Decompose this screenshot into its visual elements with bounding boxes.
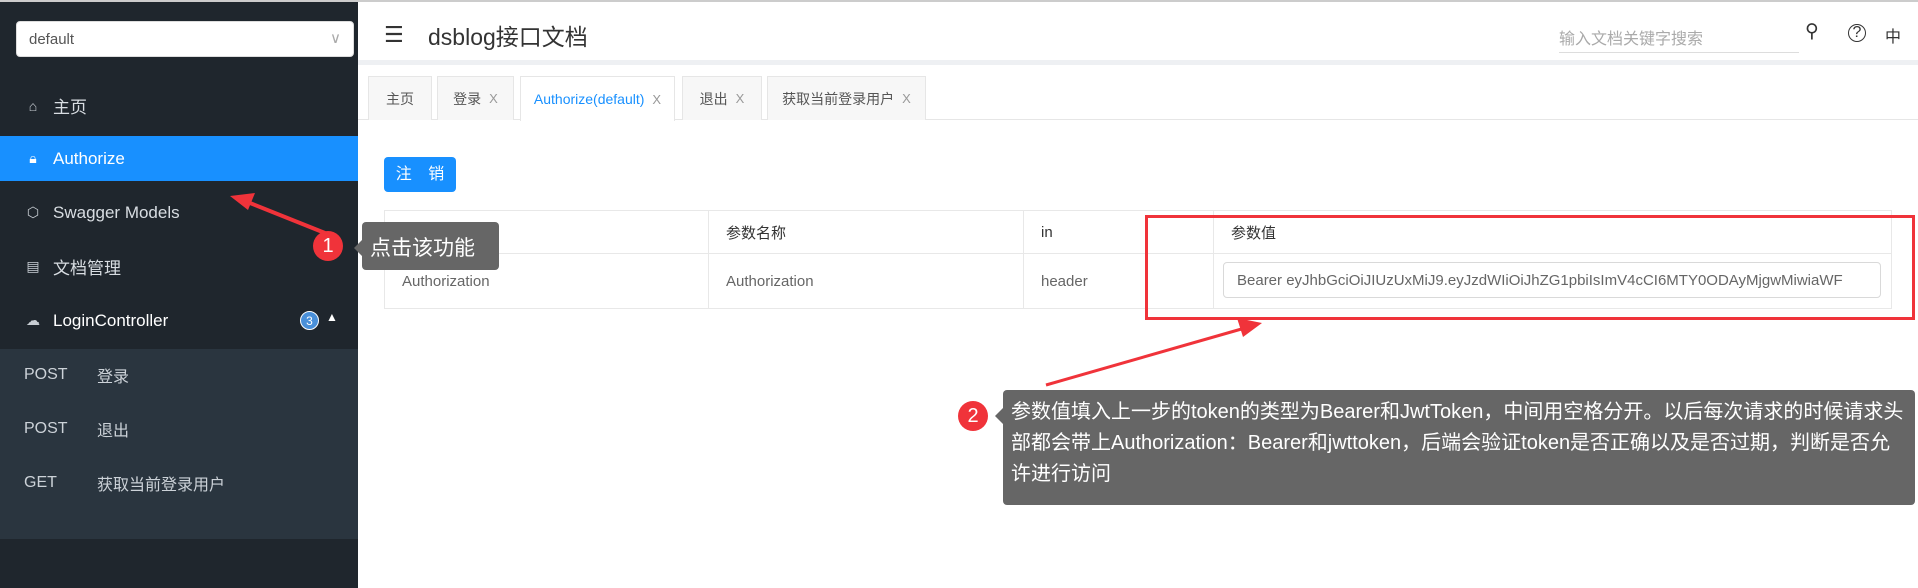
arrow-1-head <box>230 193 255 210</box>
annotation-number-2: 2 <box>958 401 988 431</box>
arrow-2-head <box>1237 318 1262 337</box>
arrow-2 <box>1045 326 1246 387</box>
annotation-2: 参数值填入上一步的token的类型为Bearer和JwtToken，中间用空格分… <box>995 390 1915 505</box>
annotation-number-1: 1 <box>313 231 343 261</box>
annotation-1: 点击该功能 <box>354 222 499 270</box>
arrow-1 <box>244 199 326 235</box>
